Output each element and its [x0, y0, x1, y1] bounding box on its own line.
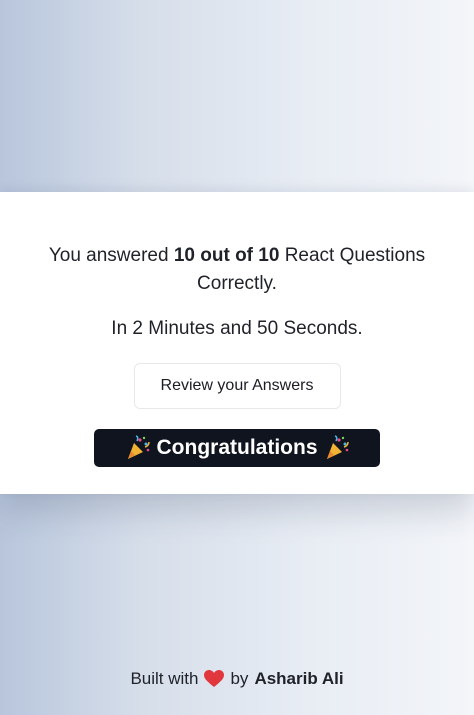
score-prefix: You answered: [48, 245, 169, 266]
congratulations-banner: Congratulations: [94, 429, 380, 467]
party-popper-icon: [125, 435, 151, 461]
footer-author: Asharib Ali: [254, 669, 344, 688]
heart-icon: [204, 670, 225, 688]
page-footer: Built with by Asharib Ali: [0, 666, 474, 692]
quiz-result-card: You answered 10 out of 10 React Question…: [0, 192, 474, 494]
time-taken: In 2 Minutes and 50 Seconds.: [111, 318, 363, 339]
review-answers-button[interactable]: Review your Answers: [133, 363, 341, 409]
score-value: 10 out of 10: [173, 245, 280, 266]
footer-built-with: Built with: [130, 669, 199, 688]
score-summary: You answered 10 out of 10 React Question…: [27, 242, 447, 298]
footer-by: by: [230, 669, 249, 688]
party-popper-icon: [324, 435, 350, 461]
congratulations-label: Congratulations: [156, 436, 318, 459]
